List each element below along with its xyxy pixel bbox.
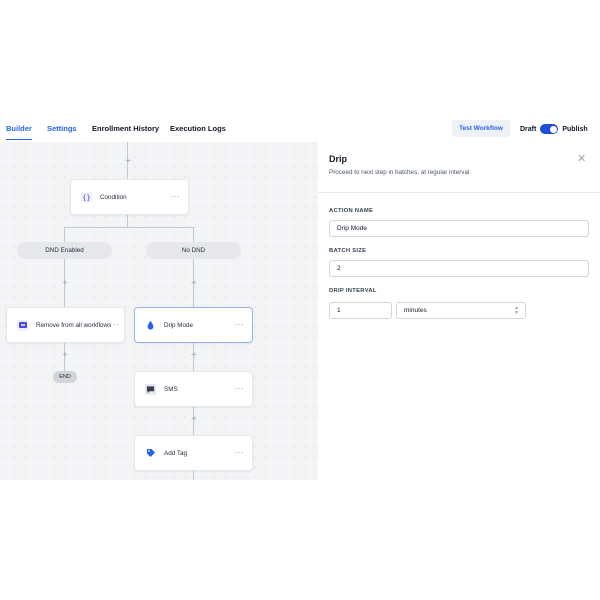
tab-execution-logs[interactable]: Execution Logs [170, 124, 226, 133]
svg-text:{}: {} [82, 193, 91, 202]
action-name-label: ACTION NAME [329, 208, 374, 214]
tab-settings[interactable]: Settings [47, 124, 77, 133]
branch-pill-dnd-enabled[interactable]: DND Enabled [17, 242, 112, 259]
drip-interval-label: DRIP INTERVAL [329, 288, 377, 294]
more-options-icon[interactable]: ··· [235, 320, 245, 329]
publish-toggle[interactable] [540, 124, 559, 134]
more-options-icon[interactable]: ··· [110, 320, 120, 329]
connector-line [193, 227, 194, 242]
select-value: minutes [404, 307, 427, 314]
condition-node[interactable]: {} Condition ··· [70, 179, 189, 215]
tab-builder[interactable]: Builder [6, 124, 32, 140]
add-step-button[interactable]: + [191, 414, 196, 424]
panel-divider [318, 192, 600, 193]
workflow-remove-icon [17, 319, 28, 331]
add-step-button[interactable]: + [62, 278, 67, 288]
remove-workflows-node[interactable]: Remove from all workflows ··· [6, 307, 125, 343]
panel-subtitle: Proceed to next step in batches, at regu… [329, 169, 472, 176]
step-settings-panel: Drip ✕ Proceed to next step in batches, … [318, 142, 600, 480]
batch-size-input[interactable]: 2 [329, 260, 589, 277]
drip-interval-input[interactable]: 1 [329, 302, 392, 319]
sms-node[interactable]: SMS ··· [134, 371, 253, 407]
test-workflow-button[interactable]: Test Workflow [452, 120, 510, 137]
top-bar: Builder Settings Enrollment History Exec… [0, 116, 600, 143]
add-tag-node[interactable]: Add Tag ··· [134, 435, 253, 471]
draft-label: Draft [520, 125, 537, 133]
close-icon[interactable]: ✕ [577, 152, 586, 165]
chevron-updown-icon: ▲ ▼ [514, 305, 519, 316]
panel-title: Drip [329, 154, 347, 164]
chat-icon [145, 383, 156, 395]
connector-line [64, 227, 65, 242]
connector-line [127, 213, 128, 227]
add-step-button[interactable]: + [125, 156, 130, 166]
braces-icon: {} [81, 191, 92, 203]
add-step-button[interactable]: + [191, 278, 196, 288]
toggle-knob [549, 125, 557, 133]
node-label: Condition [100, 193, 127, 201]
connector-line [64, 227, 193, 228]
node-label: Remove from all workflows [36, 321, 112, 329]
workflow-canvas[interactable]: + + + + + + {} Condition ··· DND Enabled… [0, 142, 318, 480]
drip-mode-node[interactable]: Drip Mode ··· [134, 307, 253, 343]
add-step-button[interactable]: + [191, 350, 196, 360]
node-label: SMS [164, 385, 178, 393]
more-options-icon[interactable]: ··· [235, 384, 245, 393]
batch-size-label: BATCH SIZE [329, 248, 367, 254]
more-options-icon[interactable]: ··· [235, 448, 245, 457]
tab-enrollment-history[interactable]: Enrollment History [92, 124, 159, 133]
publish-label: Publish [562, 125, 588, 133]
node-label: Drip Mode [164, 321, 194, 329]
action-name-input[interactable]: Drip Mode [329, 220, 589, 237]
more-options-icon[interactable]: ··· [171, 192, 181, 201]
drip-icon [145, 320, 156, 331]
branch-pill-no-dnd[interactable]: No DND [146, 242, 241, 259]
publish-toggle-group: Draft Publish [520, 123, 588, 135]
add-step-button[interactable]: + [62, 350, 67, 360]
node-label: Add Tag [164, 449, 187, 457]
end-badge: END [53, 371, 77, 383]
tag-icon [145, 448, 156, 459]
drip-interval-unit-select[interactable]: minutes ▲ ▼ [396, 302, 526, 319]
